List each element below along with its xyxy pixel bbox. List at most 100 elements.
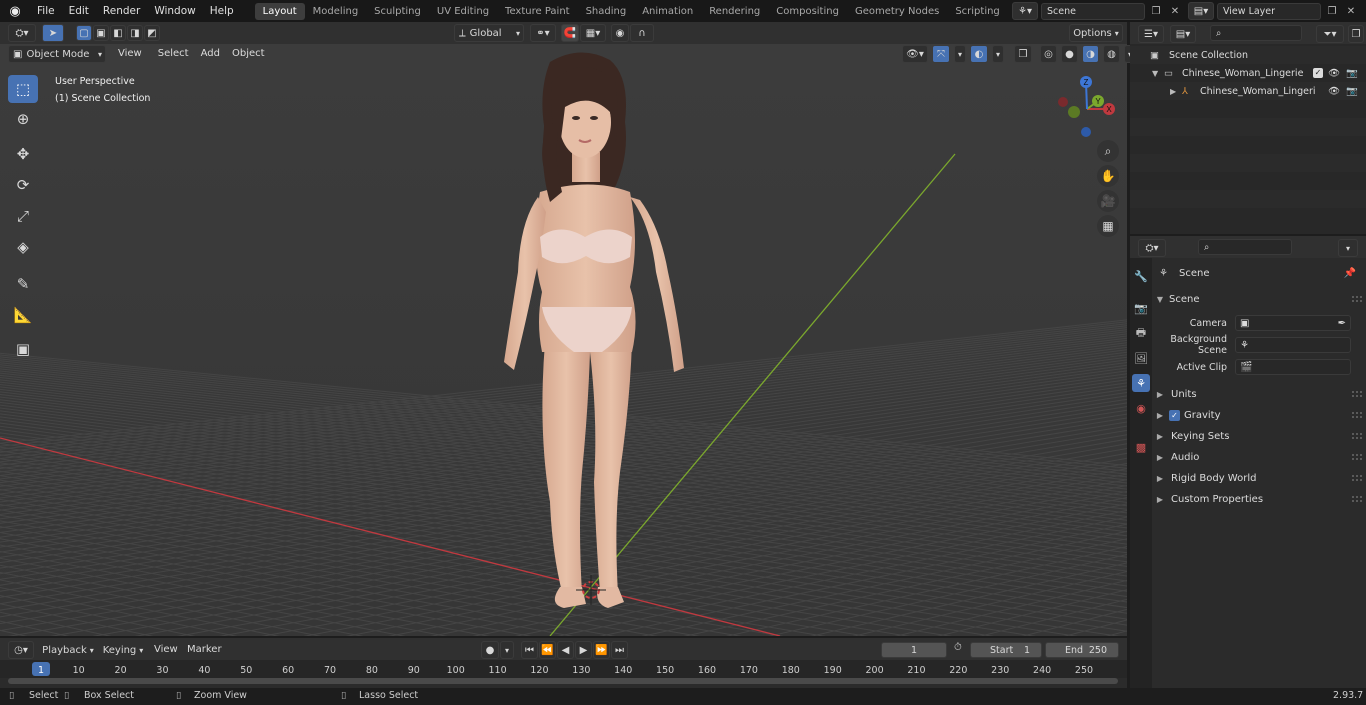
delete-scene-icon[interactable]: ✕	[1167, 6, 1183, 17]
selection-mode-icons[interactable]: ▢ ▣ ◧ ◨ ◩	[76, 25, 160, 41]
tab-geometry-nodes[interactable]: Geometry Nodes	[847, 3, 947, 20]
tab-animation[interactable]: Animation	[634, 3, 701, 20]
eyedropper-icon[interactable]: ✒	[1338, 318, 1346, 329]
properties-options-icon[interactable]: ▾	[1338, 239, 1358, 257]
camera-field[interactable]: ▣ ✒	[1235, 315, 1351, 331]
viewport-menu-object[interactable]: Object	[227, 48, 270, 59]
wireframe-shading-icon[interactable]: ◎	[1040, 45, 1057, 63]
overlay-toggle-icon[interactable]: ◐	[970, 45, 988, 63]
properties-editor-type-icon[interactable]: ⛭▾	[1138, 239, 1166, 257]
panel-keying-sets[interactable]: ▶ Keying Sets	[1153, 426, 1366, 446]
panel-custom-properties[interactable]: ▶ Custom Properties	[1153, 489, 1366, 509]
add-cube-tool-icon[interactable]: ▣	[8, 335, 38, 363]
tab-shading[interactable]: Shading	[578, 3, 635, 20]
camera-view-icon[interactable]: 🎥	[1097, 190, 1119, 212]
drag-handle-icon[interactable]	[1352, 433, 1362, 439]
cursor-tool-icon[interactable]: ⊕	[8, 105, 38, 133]
move-tool-icon[interactable]: ✥	[8, 140, 38, 168]
menu-render[interactable]: Render	[96, 5, 147, 17]
visibility-icon[interactable]: 👁▾	[902, 45, 928, 63]
tab-rendering[interactable]: Rendering	[701, 3, 768, 20]
tab-scripting[interactable]: Scripting	[947, 3, 1007, 20]
jump-keyframe-forward-icon[interactable]: ⏩	[593, 641, 610, 659]
new-scene-icon[interactable]: ❐	[1148, 6, 1164, 17]
options-dropdown[interactable]: Options ▾	[1069, 24, 1123, 42]
select-subtract-icon[interactable]: ◧	[110, 25, 126, 41]
editor-type-icon[interactable]: ⛭▾	[8, 24, 36, 42]
eye-icon[interactable]: 👁	[1328, 86, 1340, 97]
select-intersect-icon[interactable]: ◩	[144, 25, 160, 41]
pan-view-icon[interactable]: ✋	[1097, 165, 1119, 187]
play-icon[interactable]: ▶	[575, 641, 592, 659]
drag-handle-icon[interactable]	[1352, 454, 1362, 460]
checkbox-icon[interactable]: ✓	[1313, 68, 1323, 78]
tool-properties-icon[interactable]: 🔧	[1132, 267, 1150, 285]
display-mode-icon[interactable]: ▤▾	[1170, 25, 1196, 43]
tab-compositing[interactable]: Compositing	[768, 3, 847, 20]
menu-edit[interactable]: Edit	[62, 5, 96, 17]
filter-icon[interactable]: ⏷▾	[1316, 25, 1344, 43]
snap-toggle-icon[interactable]: 🧲	[561, 24, 579, 42]
select-invert-icon[interactable]: ◨	[127, 25, 143, 41]
falloff-icon[interactable]: ∩	[630, 24, 654, 42]
render-properties-icon[interactable]: 📷	[1132, 299, 1150, 317]
panel-units[interactable]: ▶ Units	[1153, 384, 1366, 404]
3d-viewport[interactable]: User Perspective (1) Scene Collection ⬚ …	[0, 44, 1127, 636]
view-layer-field[interactable]: View Layer	[1217, 2, 1321, 20]
camera-icon[interactable]: 📷	[1346, 68, 1358, 79]
overlay-dropdown-icon[interactable]: ▾	[992, 45, 1004, 63]
proportional-edit-icon[interactable]: ◉	[611, 24, 629, 42]
texture-properties-icon[interactable]: ▩	[1132, 438, 1150, 456]
world-properties-icon[interactable]: ◉	[1132, 399, 1150, 417]
outliner-editor-type-icon[interactable]: ☰▾	[1138, 25, 1164, 43]
preview-range-icon[interactable]: ⏱	[954, 642, 968, 653]
tab-sculpting[interactable]: Sculpting	[366, 3, 429, 20]
view-layer-selector-icon[interactable]: ▤▾	[1188, 2, 1214, 20]
timeline-menu-playback[interactable]: Playback ▾	[40, 641, 96, 659]
scale-tool-icon[interactable]: ⤢	[8, 202, 38, 230]
viewport-menu-select[interactable]: Select	[153, 48, 194, 59]
timeline-editor-type-icon[interactable]: ◷▾	[8, 641, 34, 659]
drag-handle-icon[interactable]	[1352, 391, 1362, 397]
menu-help[interactable]: Help	[203, 5, 241, 17]
tab-texture-paint[interactable]: Texture Paint	[497, 3, 578, 20]
snap-target-icon[interactable]: ▦▾	[580, 24, 606, 42]
gravity-checkbox[interactable]: ✓	[1169, 409, 1180, 421]
pivot-point-icon[interactable]: ⚭▾	[530, 24, 556, 42]
menu-window[interactable]: Window	[147, 5, 202, 17]
timeline-menu-view[interactable]: View	[149, 644, 183, 655]
rotate-tool-icon[interactable]: ⟳	[8, 171, 38, 199]
pin-icon[interactable]: 📌	[1344, 268, 1356, 279]
panel-audio[interactable]: ▶ Audio	[1153, 447, 1366, 467]
3d-cursor-icon[interactable]	[576, 575, 606, 605]
navigation-gizmo[interactable]: X Y Z	[1052, 74, 1122, 144]
new-view-layer-icon[interactable]: ❐	[1324, 6, 1340, 17]
perspective-toggle-icon[interactable]: ▦	[1097, 215, 1119, 237]
timeline-menu-marker[interactable]: Marker	[182, 644, 227, 655]
scene-name-field[interactable]: Scene	[1041, 2, 1145, 20]
output-properties-icon[interactable]: 🖶	[1132, 324, 1150, 342]
xray-toggle-icon[interactable]: ❒	[1014, 45, 1032, 63]
drag-handle-icon[interactable]	[1352, 412, 1362, 418]
solid-shading-icon[interactable]: ●	[1061, 45, 1078, 63]
character-model[interactable]	[490, 52, 710, 622]
drag-handle-icon[interactable]	[1352, 475, 1362, 481]
drag-handle-icon[interactable]	[1352, 296, 1362, 302]
gizmo-toggle-icon[interactable]: ⤧	[932, 45, 950, 63]
active-clip-field[interactable]: 🎬	[1235, 359, 1351, 375]
tool-select-icon[interactable]: ➤	[42, 24, 64, 42]
measure-tool-icon[interactable]: 📐	[8, 301, 38, 329]
jump-start-icon[interactable]: ⏮	[521, 641, 538, 659]
jump-keyframe-back-icon[interactable]: ⏪	[539, 641, 556, 659]
eye-icon[interactable]: 👁	[1328, 68, 1340, 79]
zoom-view-icon[interactable]: ⌕	[1097, 140, 1119, 162]
tab-uv-editing[interactable]: UV Editing	[429, 3, 497, 20]
timeline-menu-keying[interactable]: Keying ▾	[99, 641, 147, 659]
camera-icon[interactable]: 📷	[1346, 86, 1358, 97]
tab-layout[interactable]: Layout	[254, 2, 305, 20]
view-layer-properties-icon[interactable]: 🖼	[1132, 349, 1150, 367]
outliner-search-input[interactable]: ⌕	[1210, 25, 1302, 41]
expand-arrow-icon[interactable]: ▶	[1170, 87, 1182, 96]
end-frame-field[interactable]: End 250	[1045, 642, 1119, 658]
drag-handle-icon[interactable]	[1352, 496, 1362, 502]
